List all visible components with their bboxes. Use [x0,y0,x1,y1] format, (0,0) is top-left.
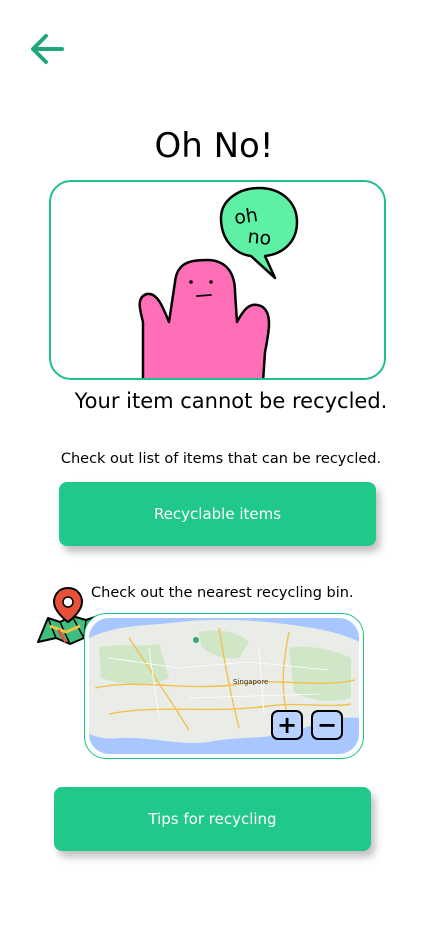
recycling-bin-map[interactable]: Singapore + − [84,613,364,759]
speech-bubble-line2: no [247,226,273,250]
zoom-in-button[interactable]: + [271,710,303,740]
map-city-label: Singapore [233,678,269,686]
recyclable-hint: Check out list of items that can be recy… [60,451,382,467]
arrow-left-icon [31,34,64,64]
oh-no-illustration: oh no [49,180,386,380]
recyclable-items-button[interactable]: Recyclable items [59,482,376,546]
tips-for-recycling-button[interactable]: Tips for recycling [54,787,371,851]
character-eye-left [189,280,193,284]
zoom-out-button[interactable]: − [311,710,343,740]
character-eye-right [209,280,213,284]
page-title: Oh No! [154,126,274,166]
pink-character-illustration: oh no [138,186,299,378]
map-hint: Check out the nearest recycling bin. [91,585,354,601]
back-button[interactable] [26,30,68,68]
map-view[interactable]: Singapore + − [89,618,359,754]
result-message: Your item cannot be recycled. [74,389,388,413]
